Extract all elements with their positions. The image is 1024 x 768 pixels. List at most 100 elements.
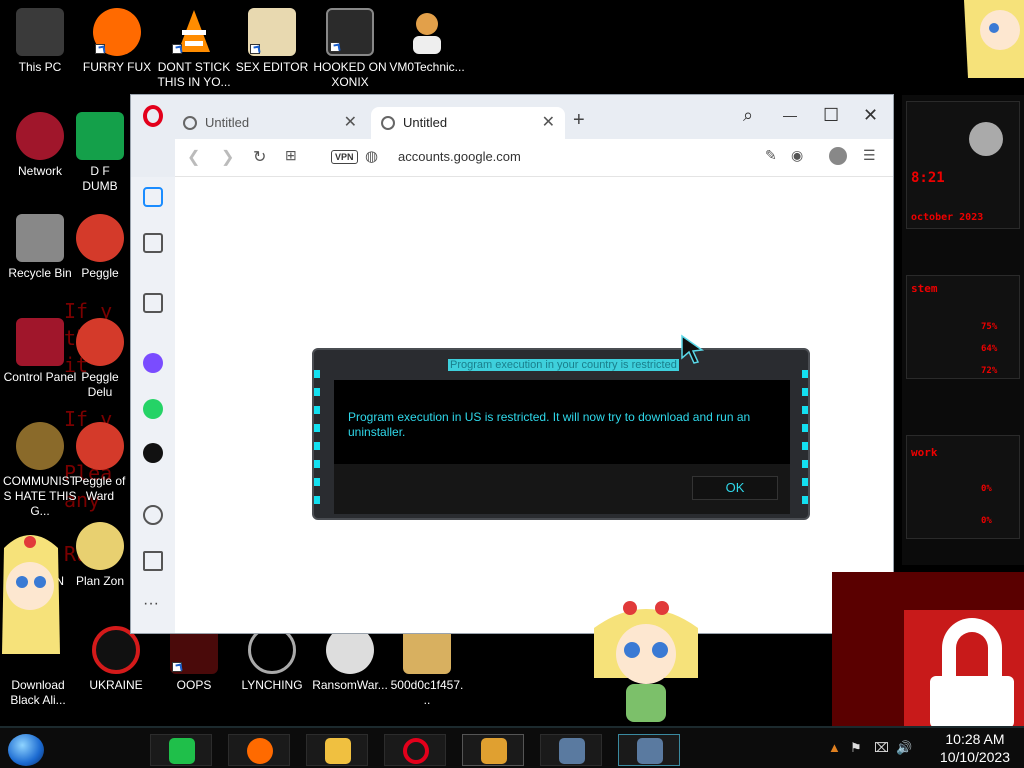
desktop-icon-dont-stick[interactable]: DONT STICK THIS IN YO... <box>156 8 232 90</box>
start-button[interactable] <box>8 734 44 766</box>
taskbar-app-notes[interactable] <box>150 734 212 766</box>
address-bar[interactable]: accounts.google.com <box>398 149 521 164</box>
alien-logo-icon <box>969 122 1003 156</box>
taskbar-app-window2[interactable] <box>618 734 680 766</box>
stat-value: 72% <box>981 366 998 376</box>
tray-flag-icon[interactable]: ⚑ <box>850 740 862 756</box>
desktop-icon-dumb[interactable]: D F DUMB <box>72 112 128 194</box>
tab-close-icon[interactable]: ✕ <box>344 107 357 139</box>
clock-panel: 8:21 october 2023 <box>906 101 1020 229</box>
firefox-icon <box>247 738 273 764</box>
taskbar: ▲ ⚑ ⌧ 🔊 10:28 AM 10/10/2023 <box>0 726 1024 768</box>
edit-icon[interactable]: ✎ <box>765 147 777 164</box>
dialog-footer: OK <box>334 464 790 514</box>
settings-menu-icon[interactable]: ☰ <box>863 147 876 164</box>
notes-icon <box>169 738 195 764</box>
tray-app-icon[interactable]: ▲ <box>828 740 841 755</box>
lock-icon <box>930 676 1014 728</box>
clock-date: 10/10/2023 <box>939 749 1010 765</box>
maximize-button[interactable]: ☐ <box>823 105 839 126</box>
taskbar-app-explorer[interactable] <box>306 734 368 766</box>
stat-value: 0% <box>981 516 992 526</box>
taskbar-app-handshake[interactable] <box>462 734 524 766</box>
desktop-icon-sex-editor[interactable]: SEX EDITOR <box>234 8 310 75</box>
tray-volume-icon[interactable]: 🔊 <box>896 740 912 756</box>
tab-untitled-1[interactable]: Untitled ✕ <box>173 107 367 139</box>
browser-sidebar: ··· <box>131 177 175 633</box>
folder-icon <box>325 738 351 764</box>
globe-icon <box>381 116 395 130</box>
desktop-icon-lynching[interactable]: LYNCHING <box>234 626 310 693</box>
desktop-icon-ransomware[interactable]: RansomWar... <box>312 626 388 693</box>
forward-icon[interactable]: ❯ <box>221 147 234 167</box>
player-icon[interactable] <box>143 505 163 525</box>
window-icon <box>637 738 663 764</box>
desktop-icon-peggle-deluxe[interactable]: Peggle Delu <box>72 318 128 400</box>
taskbar-app-firefox[interactable] <box>228 734 290 766</box>
desktop-icon-500d0c1f457[interactable]: 500d0c1f457... <box>389 626 465 708</box>
desktop-icon-communists[interactable]: COMMUNISTS HATE THIS G... <box>2 422 78 519</box>
search-tabs-icon[interactable]: ⌕ <box>743 105 753 126</box>
minimize-button[interactable]: — <box>783 107 797 123</box>
lock-icon <box>942 618 1002 684</box>
star-icon[interactable] <box>143 233 163 253</box>
desktop-icon-network[interactable]: Network <box>2 112 78 179</box>
tray-network-icon[interactable]: ⌧ <box>874 740 889 756</box>
widget-date: october 2023 <box>911 212 984 223</box>
profile-icon[interactable] <box>829 147 847 165</box>
dialog-message: Program execution in US is restricted. I… <box>348 410 751 439</box>
globe-icon <box>183 116 197 130</box>
clock-time: 10:28 AM <box>945 731 1005 747</box>
network-panel: work 0% 0% <box>906 435 1020 539</box>
desktop-icon-peggle-nights[interactable]: Peggle of Ward <box>72 422 128 504</box>
desktop-icon-download-black[interactable]: Download Black Ali... <box>0 626 76 708</box>
messenger-icon[interactable] <box>143 353 163 373</box>
tiktok-icon[interactable] <box>143 443 163 463</box>
new-tab-button[interactable]: + <box>573 109 585 132</box>
restriction-dialog: Program execution in your country is res… <box>312 348 810 520</box>
firefox-icon <box>93 8 141 56</box>
vpn-badge[interactable]: VPN <box>331 150 358 164</box>
home-icon[interactable] <box>143 187 163 207</box>
control-panel-icon <box>16 318 64 366</box>
more-icon[interactable]: ··· <box>143 595 159 613</box>
recycle-bin-icon <box>16 214 64 262</box>
whatsapp-icon[interactable] <box>143 399 163 419</box>
desktop-icon-hooked-on-xonix[interactable]: HOOKED ON XONIX <box>312 8 388 90</box>
tab-close-icon[interactable]: ✕ <box>542 107 555 139</box>
camera-icon[interactable]: ◉ <box>791 147 803 164</box>
system-panel: stem 75% 64% 72% <box>906 275 1020 379</box>
opera-icon <box>403 738 429 764</box>
close-button[interactable]: ✕ <box>863 105 878 126</box>
desktop-icon-control-panel[interactable]: Control Panel <box>2 318 78 385</box>
taskbar-app-window1[interactable] <box>540 734 602 766</box>
dialog-rail-right <box>802 370 808 510</box>
network-icon <box>16 112 64 160</box>
tab-untitled-2[interactable]: Untitled ✕ <box>371 107 565 139</box>
money-bag-icon <box>16 422 64 470</box>
taskbar-app-opera[interactable] <box>384 734 446 766</box>
desktop-icon-recycle-bin[interactable]: Recycle Bin <box>2 214 78 281</box>
desktop-icon-this-pc[interactable]: This PC <box>2 8 78 75</box>
opera-logo-icon[interactable] <box>143 105 163 127</box>
desktop-icon-oops[interactable]: OOPS <box>156 626 232 693</box>
shopping-bag-icon[interactable] <box>143 293 163 313</box>
ok-button[interactable]: OK <box>692 476 778 500</box>
back-icon[interactable]: ❮ <box>187 147 200 167</box>
tab-grid-icon[interactable]: ⊞ <box>285 147 297 164</box>
desktop-icon-ukraine[interactable]: UKRAINE <box>78 626 154 693</box>
desktop-icon-vm0technic[interactable]: VM0Technic... <box>389 8 465 75</box>
desktop-icon-furry-fux[interactable]: FURRY FUX <box>79 8 155 75</box>
peggle-icon <box>76 214 124 262</box>
widget-network-label: work <box>911 446 938 459</box>
send-icon[interactable] <box>143 551 163 571</box>
desktop-icon-plants-zombies[interactable]: Plan Zon <box>72 522 128 589</box>
widget-time: 8:21 <box>911 170 945 186</box>
taskbar-clock[interactable]: 10:28 AM 10/10/2023 <box>940 730 1010 766</box>
reload-icon[interactable]: ↻ <box>253 147 266 167</box>
stat-value: 64% <box>981 344 998 354</box>
peggle-icon <box>76 422 124 470</box>
app-icon <box>76 112 124 160</box>
stat-value: 0% <box>981 484 992 494</box>
desktop-icon-peggle[interactable]: Peggle <box>72 214 128 281</box>
